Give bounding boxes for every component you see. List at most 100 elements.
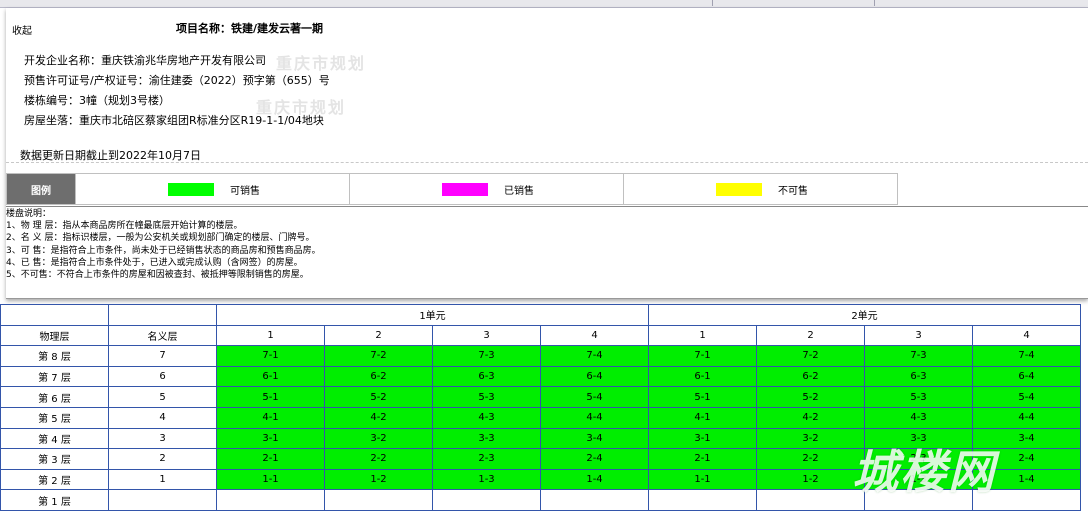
room-cell xyxy=(864,489,973,511)
room-cell[interactable]: 4-2 xyxy=(756,406,865,429)
room-cell[interactable]: 2-3 xyxy=(864,448,973,470)
room-cell[interactable]: 7-2 xyxy=(756,345,865,367)
room-cell[interactable]: 3-4 xyxy=(972,427,1081,450)
room-cell[interactable]: 1-1 xyxy=(216,468,325,491)
room-cell[interactable]: 6-2 xyxy=(756,365,865,388)
physical-floor-cell: 第 2 层 xyxy=(0,468,109,491)
room-column-header: 3 xyxy=(864,324,973,347)
room-cell[interactable]: 2-2 xyxy=(756,448,865,470)
room-column-header: 4 xyxy=(972,324,1081,347)
room-cell[interactable]: 1-1 xyxy=(648,468,757,491)
top-strip-segment xyxy=(714,0,875,6)
room-cell[interactable]: 5-2 xyxy=(756,386,865,408)
note-line: 4、已 售：是指符合上市条件处于，已进入或完成认购（含网签）的房屋。 xyxy=(6,257,303,268)
room-cell[interactable]: 5-3 xyxy=(864,386,973,408)
nominal-floor-cell: 6 xyxy=(108,365,217,388)
room-cell[interactable]: 2-1 xyxy=(648,448,757,470)
room-cell xyxy=(756,489,865,511)
room-cell[interactable]: 4-3 xyxy=(864,406,973,429)
room-cell[interactable]: 5-1 xyxy=(648,386,757,408)
room-cell[interactable]: 4-2 xyxy=(324,406,433,429)
nominal-floor-cell: 5 xyxy=(108,386,217,408)
room-cell[interactable]: 6-3 xyxy=(432,365,541,388)
table-row: 第 6 层 5 5-1 5-2 5-3 5-4 5-1 5-2 5-3 5-4 xyxy=(0,386,1081,408)
room-cell[interactable]: 5-2 xyxy=(324,386,433,408)
room-cell[interactable]: 4-3 xyxy=(432,406,541,429)
nominal-floor-cell: 2 xyxy=(108,448,217,470)
room-column-header: 4 xyxy=(540,324,649,347)
legend-item-unavailable: 不可售 xyxy=(624,174,897,204)
room-cell[interactable]: 2-2 xyxy=(324,448,433,470)
col-header-physical: 物理层 xyxy=(0,324,109,347)
room-cell[interactable]: 7-1 xyxy=(216,345,325,367)
room-cell xyxy=(432,489,541,511)
nominal-floor-cell: 4 xyxy=(108,406,217,429)
table-row: 第 7 层 6 6-1 6-2 6-3 6-4 6-1 6-2 6-3 6-4 xyxy=(0,365,1081,388)
table-row: 第 5 层 4 4-1 4-2 4-3 4-4 4-1 4-2 4-3 4-4 xyxy=(0,406,1081,429)
room-column-header: 2 xyxy=(324,324,433,347)
collapse-button[interactable]: 收起 xyxy=(12,22,32,37)
room-cell[interactable]: 3-4 xyxy=(540,427,649,450)
note-line: 3、可 售：是指符合上市条件，尚未处于已经销售状态的商品房和预售商品房。 xyxy=(6,245,321,256)
legend-item-available: 可销售 xyxy=(76,174,350,204)
room-cell[interactable]: 2-3 xyxy=(432,448,541,470)
table-row: 第 1 层 xyxy=(0,489,1081,511)
nominal-floor-cell: 3 xyxy=(108,427,217,450)
room-cell[interactable]: 4-1 xyxy=(648,406,757,429)
room-cell[interactable]: 6-1 xyxy=(648,365,757,388)
room-cell[interactable]: 3-1 xyxy=(648,427,757,450)
room-cell[interactable]: 6-3 xyxy=(864,365,973,388)
room-cell[interactable]: 6-2 xyxy=(324,365,433,388)
room-cell[interactable]: 4-4 xyxy=(972,406,1081,429)
header-blank xyxy=(108,304,217,326)
physical-floor-cell: 第 1 层 xyxy=(0,489,109,511)
room-cell[interactable]: 7-2 xyxy=(324,345,433,367)
room-cell[interactable]: 7-4 xyxy=(972,345,1081,367)
project-title: 项目名称：铁建/建发云著一期 xyxy=(176,22,324,35)
col-header-nominal: 名义层 xyxy=(108,324,217,347)
room-cell[interactable]: 2-4 xyxy=(540,448,649,470)
room-cell[interactable]: 5-3 xyxy=(432,386,541,408)
room-cell[interactable]: 7-4 xyxy=(540,345,649,367)
room-cell[interactable]: 7-1 xyxy=(648,345,757,367)
header-blank xyxy=(0,304,109,326)
legend-item-sold: 已销售 xyxy=(350,174,624,204)
room-cell[interactable]: 3-1 xyxy=(216,427,325,450)
room-cell[interactable]: 1-2 xyxy=(756,468,865,491)
table-row: 第 4 层 3 3-1 3-2 3-3 3-4 3-1 3-2 3-3 3-4 xyxy=(0,427,1081,450)
room-column-header: 2 xyxy=(756,324,865,347)
faint-watermark: 重庆市规划 xyxy=(276,54,367,73)
table-row: 第 3 层 2 2-1 2-2 2-3 2-4 2-1 2-2 2-3 2-4 xyxy=(0,448,1081,470)
physical-floor-cell: 第 8 层 xyxy=(0,345,109,367)
note-line: 楼盘说明： xyxy=(6,209,52,219)
nominal-floor-cell: 7 xyxy=(108,345,217,367)
room-cell[interactable]: 1-3 xyxy=(432,468,541,491)
room-cell[interactable]: 7-3 xyxy=(864,345,973,367)
room-cell[interactable]: 3-3 xyxy=(864,427,973,450)
room-cell[interactable]: 1-4 xyxy=(972,468,1081,491)
room-cell[interactable]: 1-3 xyxy=(864,468,973,491)
room-cell[interactable]: 1-4 xyxy=(540,468,649,491)
room-cell[interactable]: 4-1 xyxy=(216,406,325,429)
legend-swatch-sold xyxy=(442,182,488,196)
permit-text: 预售许可证号/产权证号：渝住建委（2022）预字第（655）号 xyxy=(24,74,330,87)
unit-header: 2单元 xyxy=(648,304,1081,326)
room-cell[interactable]: 6-4 xyxy=(540,365,649,388)
room-cell[interactable]: 5-4 xyxy=(540,386,649,408)
physical-floor-cell: 第 5 层 xyxy=(0,406,109,429)
room-column-header: 1 xyxy=(648,324,757,347)
note-line: 1、物 理 层：指从本商品房所在幢最底层开始计算的楼层。 xyxy=(6,221,243,232)
room-cell[interactable]: 5-4 xyxy=(972,386,1081,408)
room-cell[interactable]: 6-4 xyxy=(972,365,1081,388)
room-cell[interactable]: 4-4 xyxy=(540,406,649,429)
physical-floor-cell: 第 6 层 xyxy=(0,386,109,408)
room-cell[interactable]: 1-2 xyxy=(324,468,433,491)
room-cell[interactable]: 3-2 xyxy=(324,427,433,450)
room-cell[interactable]: 2-4 xyxy=(972,448,1081,470)
room-cell[interactable]: 7-3 xyxy=(432,345,541,367)
room-cell[interactable]: 3-3 xyxy=(432,427,541,450)
room-cell[interactable]: 3-2 xyxy=(756,427,865,450)
room-cell[interactable]: 6-1 xyxy=(216,365,325,388)
room-cell[interactable]: 5-1 xyxy=(216,386,325,408)
room-cell[interactable]: 2-1 xyxy=(216,448,325,470)
